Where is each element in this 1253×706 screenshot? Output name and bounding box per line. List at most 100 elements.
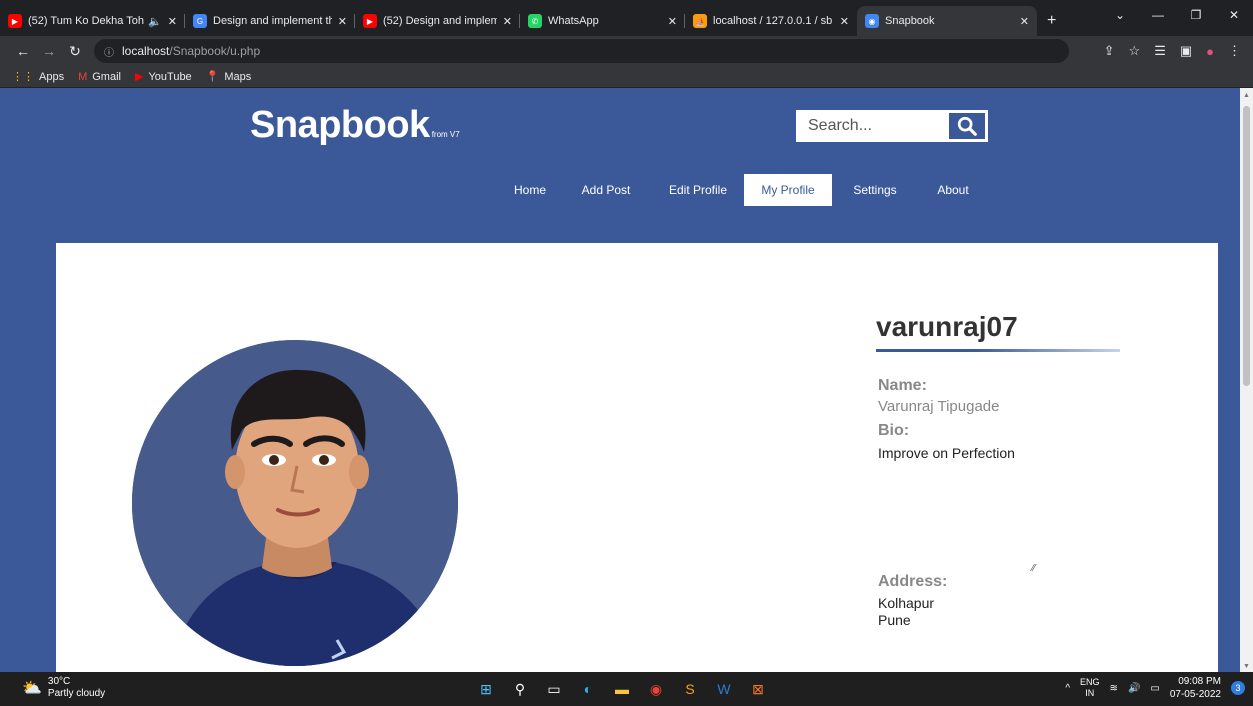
nav-settings[interactable]: Settings [832, 174, 918, 206]
tab-favicon-icon: ✆ [528, 14, 542, 28]
tab-close-icon[interactable]: ✕ [338, 15, 347, 28]
page-scrollbar[interactable]: ▲ ▼ [1240, 88, 1253, 672]
sublime-text-icon[interactable]: S [678, 677, 702, 701]
new-tab-button[interactable]: + [1037, 6, 1066, 36]
apps-icon: ⋮⋮ [12, 71, 34, 83]
weather-widget[interactable]: ⛅ 30°C Partly cloudy [22, 676, 105, 700]
scroll-up-icon[interactable]: ▲ [1240, 92, 1253, 99]
browser-tab[interactable]: ⛵ localhost / 127.0.0.1 / sb / u ✕ [685, 6, 857, 36]
profile-card: varunraj07 Name: Varunraj Tipugade Bio: … [56, 243, 1218, 672]
language-indicator[interactable]: ENG IN [1080, 677, 1100, 699]
battery-icon[interactable]: ▭ [1150, 683, 1159, 694]
nav-add-post[interactable]: Add Post [560, 174, 652, 206]
browser-tab[interactable]: ✆ WhatsApp ✕ [520, 6, 685, 36]
nav-home[interactable]: Home [500, 174, 560, 206]
tab-close-icon[interactable]: ✕ [668, 15, 677, 28]
main-nav: Home Add Post Edit Profile My Profile Settin… [500, 174, 988, 206]
browser-tab[interactable]: G Design and implement the ✕ [185, 6, 355, 36]
tab-favicon-icon: ◉ [865, 14, 879, 28]
name-label: Name: [878, 377, 927, 394]
bookmarks-bar: ⋮⋮ Apps M Gmail ▶ YouTube 📍 Maps [0, 66, 1253, 88]
browser-tab[interactable]: ◉ Snapbook ✕ [857, 6, 1037, 36]
word-icon[interactable]: W [712, 677, 736, 701]
window-controls: ⌄ — ❐ ✕ [1101, 0, 1253, 30]
language-code: ENG [1080, 677, 1100, 687]
profile-picture [132, 340, 458, 666]
bookmark-label: YouTube [148, 70, 192, 83]
restore-icon[interactable]: ❐ [1177, 8, 1215, 22]
name-value: Varunraj Tipugade [878, 398, 1000, 415]
gmail-icon: M [78, 70, 88, 83]
wifi-icon[interactable]: ≋ [1110, 683, 1118, 694]
tab-close-icon[interactable]: ✕ [1020, 15, 1029, 28]
address-label: Address: [878, 573, 948, 590]
system-tray: ^ ENG IN ≋ 🔊 ▭ 09:08 PM 07-05-2022 3 [1065, 675, 1245, 701]
scroll-down-icon[interactable]: ▼ [1240, 663, 1253, 670]
task-view-icon[interactable]: ▭ [542, 677, 566, 701]
reload-icon[interactable]: ↻ [62, 43, 88, 60]
forward-icon[interactable]: → [36, 43, 62, 59]
weather-temp: 30°C [47, 676, 71, 687]
bookmark-apps[interactable]: ⋮⋮ Apps [12, 70, 65, 84]
chrome-icon[interactable]: ◉ [644, 677, 668, 701]
logo-subtitle: from V7 [431, 130, 460, 139]
edge-icon[interactable]: ◐ [576, 677, 600, 701]
bookmark-label: Apps [39, 70, 65, 83]
file-explorer-icon[interactable]: ▬ [610, 677, 634, 701]
bookmark-label: Gmail [92, 70, 121, 83]
site-logo[interactable]: Snapbook from V7 [250, 104, 460, 147]
reading-list-icon[interactable]: ☰ [1154, 43, 1166, 59]
youtube-icon: ▶ [134, 71, 144, 83]
bookmark-youtube[interactable]: ▶ YouTube [134, 70, 192, 84]
site-info-icon[interactable]: ⓘ [104, 44, 114, 59]
tab-close-icon[interactable]: ✕ [503, 15, 512, 28]
search-taskbar-icon[interactable]: ⚲ [508, 677, 532, 701]
nav-about[interactable]: About [918, 174, 988, 206]
profile-username: varunraj07 [876, 311, 1018, 342]
browser-tab[interactable]: ▶ (52) Tum Ko Dekha Toh 🔈 ✕ [0, 6, 185, 36]
bookmark-star-icon[interactable]: ☆ [1129, 43, 1141, 59]
region-code: IN [1085, 688, 1095, 698]
tab-close-icon[interactable]: ✕ [840, 15, 849, 28]
close-window-icon[interactable]: ✕ [1215, 8, 1253, 22]
menu-kebab-icon[interactable]: ⋮ [1228, 43, 1241, 59]
tab-favicon-icon: G [193, 14, 207, 28]
windows-start-icon[interactable]: ⊞ [474, 677, 498, 701]
tab-favicon-icon: ▶ [363, 14, 377, 28]
clock[interactable]: 09:08 PM 07-05-2022 [1170, 675, 1221, 701]
volume-icon[interactable]: 🔊 [1128, 683, 1140, 694]
chevron-up-icon[interactable]: ^ [1065, 683, 1070, 694]
nav-my-profile[interactable]: My Profile [744, 174, 832, 206]
bookmark-gmail[interactable]: M Gmail [78, 71, 121, 83]
back-icon[interactable]: ← [10, 43, 36, 59]
bio-value: Improve on Perfection [878, 445, 1015, 461]
toolbar-icons: ⇪ ☆ ☰ ▣ ● ⋮ [1104, 36, 1241, 66]
bookmark-maps[interactable]: 📍 Maps [206, 70, 252, 84]
notification-badge[interactable]: 3 [1231, 681, 1245, 695]
side-panel-icon[interactable]: ▣ [1180, 43, 1192, 59]
address-bar[interactable]: ⓘ localhost/Snapbook/u.php [94, 39, 1069, 63]
textarea-resize-handle[interactable]: ⁄⁄ [1032, 563, 1035, 574]
tab-title: WhatsApp [548, 15, 599, 27]
tab-search-icon[interactable]: ⌄ [1101, 8, 1139, 22]
tab-strip: ▶ (52) Tum Ko Dekha Toh 🔈 ✕ G Design and impl… [0, 6, 1037, 36]
profile-avatar-icon[interactable]: ● [1206, 44, 1214, 59]
browser-tab[interactable]: ▶ (52) Design and implement ✕ [355, 6, 520, 36]
tab-audio-icon[interactable]: 🔈 [148, 15, 162, 28]
clock-date: 07-05-2022 [1169, 689, 1221, 700]
share-icon[interactable]: ⇪ [1104, 43, 1115, 59]
windows-taskbar: ⛅ 30°C Partly cloudy ⊞ ⚲ ▭ ◐ ▬ ◉ S W ⊠ ^… [0, 672, 1253, 706]
partly-cloudy-icon: ⛅ [22, 680, 42, 697]
search-button[interactable] [946, 110, 988, 142]
clock-time: 09:08 PM [1178, 676, 1221, 687]
page-viewport: Snapbookfrom V7 HomeAdd PostEdit Profile… [0, 88, 1240, 672]
search-input[interactable] [796, 110, 946, 142]
url-host: localhost [122, 44, 170, 58]
scrollbar-thumb[interactable] [1243, 106, 1250, 386]
xampp-icon[interactable]: ⊠ [746, 677, 770, 701]
minimize-icon[interactable]: — [1139, 8, 1177, 22]
tab-close-icon[interactable]: ✕ [168, 15, 177, 28]
weather-desc: Partly cloudy [47, 688, 106, 699]
tab-favicon-icon: ⛵ [693, 14, 707, 28]
nav-edit-profile[interactable]: Edit Profile [652, 174, 744, 206]
